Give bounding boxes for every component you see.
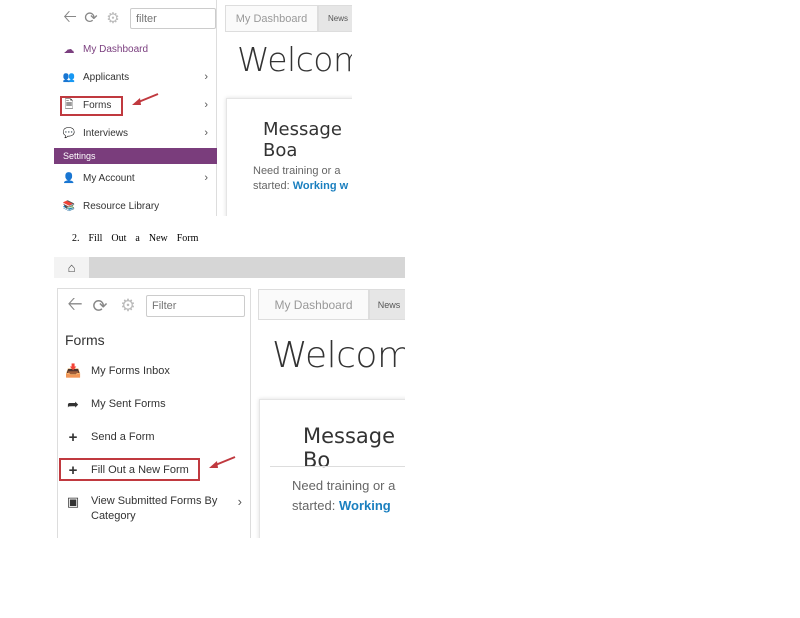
sidebar-item-label: Applicants: [83, 71, 130, 83]
message-board-text: Need training or a started: Working: [292, 477, 405, 514]
annotation-arrow-icon: [132, 93, 159, 105]
chevron-right-icon: ›: [204, 172, 208, 184]
message-line-1: Need training or a: [292, 478, 396, 493]
chat-bubbles-icon: 💬: [62, 127, 76, 139]
message-board-text: Need training or a started: Working w: [253, 164, 352, 194]
filter-input[interactable]: [130, 8, 216, 29]
screenshot-forms-panel: ⌂ 🡠 ⟳ ⚙ Forms 📥 My Forms Inbox ➦ My Sent…: [54, 257, 405, 538]
home-icon: ⌂: [67, 260, 76, 275]
caption-word: Fill: [88, 233, 103, 244]
chevron-right-icon: ›: [204, 99, 208, 111]
back-arrow-icon[interactable]: 🡠: [64, 290, 86, 322]
forms-item-sent[interactable]: ➦ My Sent Forms: [58, 394, 250, 414]
tab-divider: [225, 31, 352, 32]
cloud-icon: ☁: [63, 43, 75, 56]
refresh-icon[interactable]: ⟳: [86, 296, 114, 317]
welcome-heading: Welcome,: [272, 335, 405, 376]
sidebar-toolbar: 🡠 ⟳ ⚙: [64, 294, 142, 317]
sidebar-item-dashboard[interactable]: ☁ My Dashboard: [54, 40, 216, 58]
sidebar-item-interviews[interactable]: 💬 Interviews ›: [54, 124, 216, 142]
sidebar-item-label: My Dashboard: [83, 43, 149, 55]
caption-word: a: [135, 233, 140, 244]
settings-section-header: Settings: [54, 148, 217, 164]
sidebar-item-resource-library[interactable]: 📚 Resource Library: [54, 197, 216, 215]
message-prefix: started:: [253, 179, 293, 192]
users-icon: 👥: [62, 71, 76, 83]
main-tabs: My Dashboard News: [258, 289, 405, 319]
message-board-title: Message Bo: [303, 424, 396, 472]
forms-item-label: Send a Form: [91, 431, 155, 443]
working-link[interactable]: Working w: [293, 180, 348, 192]
user-icon: 👤: [62, 172, 76, 184]
panel-title: Forms: [65, 332, 105, 348]
tab-divider: [258, 319, 405, 320]
back-arrow-icon[interactable]: 🡠: [60, 4, 80, 33]
tab-label: My Dashboard: [235, 12, 308, 25]
tab-label: News: [377, 299, 401, 310]
forms-highlight-box: [60, 96, 123, 116]
sidebar-item-applicants[interactable]: 👥 Applicants ›: [54, 68, 216, 86]
forms-item-label: My Forms Inbox: [91, 365, 170, 377]
working-link[interactable]: Working: [339, 498, 391, 513]
sidebar-item-label: Resource Library: [83, 200, 160, 212]
forms-item-label: My Sent Forms: [91, 398, 166, 410]
welcome-heading: Welcome,: [237, 40, 352, 79]
tab-label: My Dashboard: [274, 297, 353, 312]
message-board-title: Message Boa: [263, 119, 342, 161]
filter-input[interactable]: [146, 295, 245, 317]
annotation-arrow-icon: [209, 456, 236, 468]
caption-step-number: 2.: [72, 233, 80, 244]
home-button[interactable]: ⌂: [54, 257, 89, 278]
gear-icon[interactable]: ⚙: [114, 296, 142, 316]
message-board-divider: [270, 466, 405, 467]
forms-item-inbox[interactable]: 📥 My Forms Inbox: [58, 361, 250, 381]
forms-item-label: View Submitted Forms By Category: [91, 494, 217, 525]
chevron-right-icon: ›: [204, 71, 208, 83]
forms-sidebar: 🡠 ⟳ ⚙ Forms 📥 My Forms Inbox ➦ My Sent F…: [57, 288, 251, 538]
forms-item-send[interactable]: + Send a Form: [58, 427, 250, 447]
share-arrow-icon: ➦: [67, 395, 79, 412]
gear-icon[interactable]: ⚙: [102, 9, 124, 27]
caption-word: Form: [176, 233, 199, 244]
settings-header-label: Settings: [63, 151, 96, 161]
main-tabs: My Dashboard News: [225, 5, 352, 31]
message-line-1: Need training or a: [253, 165, 341, 177]
monitor-icon: ▣: [66, 494, 80, 509]
sidebar-toolbar: 🡠 ⟳ ⚙: [60, 7, 124, 28]
plus-icon: +: [68, 428, 78, 446]
top-bar: ⌂: [54, 257, 405, 278]
forms-item-label-line-1: View Submitted Forms By: [91, 495, 218, 507]
step-caption: 2. Fill Out a New Form: [72, 233, 207, 244]
message-board-panel: Message Boa Need training or a started: …: [226, 98, 352, 216]
screenshot-forms-nav: 🡠 ⟳ ⚙ ☁ My Dashboard 👥 Applicants › 🗎 Fo…: [54, 0, 352, 216]
refresh-icon[interactable]: ⟳: [80, 8, 102, 28]
sidebar-item-my-account[interactable]: 👤 My Account ›: [54, 169, 216, 187]
message-line-2: started: Working w: [253, 179, 352, 194]
caption-word: New: [148, 233, 168, 244]
sidebar-item-label: Interviews: [83, 127, 129, 139]
tab-news[interactable]: News: [318, 5, 352, 31]
forms-item-view-submitted[interactable]: ▣ View Submitted Forms By Category ›: [58, 494, 250, 526]
tab-label: News: [327, 14, 348, 23]
fill-out-highlight-box: [59, 458, 200, 481]
forms-item-label-line-2: Category: [91, 510, 136, 523]
tab-my-dashboard[interactable]: My Dashboard: [258, 289, 369, 319]
chevron-right-icon: ›: [204, 127, 208, 139]
chevron-right-icon: ›: [237, 494, 242, 509]
library-icon: 📚: [62, 200, 76, 212]
message-prefix: started:: [292, 497, 339, 513]
sidebar-item-label: My Account: [83, 172, 135, 184]
caption-word: Out: [111, 233, 127, 244]
inbox-icon: 📥: [65, 363, 82, 378]
tab-my-dashboard[interactable]: My Dashboard: [225, 5, 318, 31]
tab-news[interactable]: News: [369, 289, 405, 319]
message-line-2: started: Working: [292, 497, 405, 515]
message-board-panel: Message Bo Need training or a started: W…: [259, 399, 405, 538]
